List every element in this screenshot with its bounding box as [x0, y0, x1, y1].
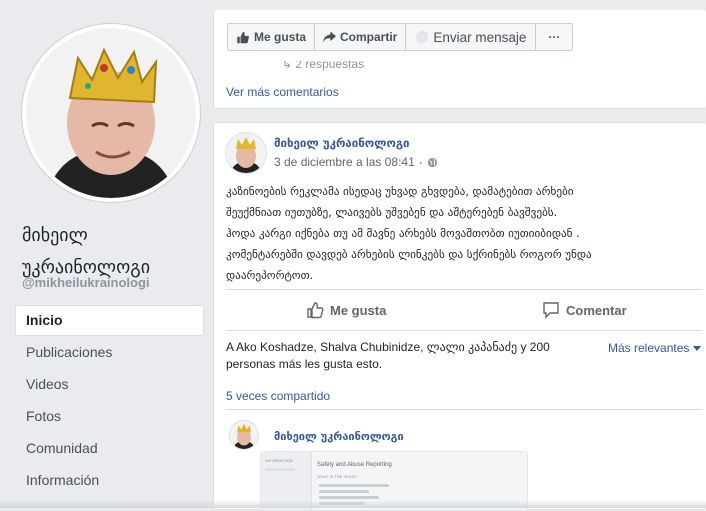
nav-item-community[interactable]: Comunidad — [16, 434, 203, 463]
likes-summary[interactable]: A Ako Koshadze, Shalva Chubinidze, ლალი … — [226, 339, 556, 373]
send-message-label: Enviar mensaje — [433, 29, 527, 45]
left-sidebar: მიხეილ უკრაინოლოგი @mikheilukrainologi I… — [0, 0, 214, 508]
like-page-label: Me gusta — [254, 30, 307, 44]
more-options-button[interactable]: ··· — [535, 23, 574, 51]
comments-divider — [226, 409, 702, 410]
post-like-button[interactable]: Me gusta — [306, 290, 386, 330]
comment-author-name[interactable]: მიხეილ უკრაინოლოგი — [274, 430, 404, 443]
like-page-button[interactable]: Me gusta — [227, 23, 316, 51]
post-text-line: კაზინოების რეკლამა ისედაც უხვად გხვდება,… — [226, 185, 574, 198]
comment-bubble-icon — [543, 302, 559, 319]
replies-link[interactable]: ↳ 2 respuestas — [282, 57, 365, 71]
post-card: მიხეილ უკრაინოლოგი 3 de diciembre a las … — [213, 122, 706, 511]
post-body: კაზინოების რეკლამა ისედაც უხვად გხვდება,… — [226, 181, 696, 286]
nav-item-photos[interactable]: Fotos — [16, 402, 203, 431]
post-author-avatar[interactable] — [226, 133, 266, 173]
replies-label: 2 respuestas — [295, 57, 365, 71]
post-comment-label: Comentar — [566, 302, 627, 318]
comment-author-avatar[interactable] — [230, 421, 258, 449]
likes-summary-line1: A Ako Koshadze, Shalva Chubinidze, ლალი … — [226, 340, 550, 354]
page-action-bar: Me gusta Compartir Enviar mensaje ··· — [227, 23, 574, 51]
page-username[interactable]: @mikheilukrainologi — [22, 275, 150, 290]
nav-item-home[interactable]: Inicio — [16, 306, 203, 335]
post-text-line: დაარეპორტოთ. — [226, 269, 314, 282]
post-reaction-bar: Me gusta Comentar — [226, 289, 702, 331]
globe-icon — [427, 157, 437, 167]
comment-sort-dropdown[interactable]: Más relevantes — [608, 341, 702, 355]
comment-sort-label: Más relevantes — [608, 341, 690, 355]
nav-item-videos[interactable]: Videos — [16, 370, 203, 399]
page-header-card: Me gusta Compartir Enviar mensaje ··· ↳ … — [213, 10, 706, 109]
post-like-label: Me gusta — [330, 302, 387, 318]
nav-item-about[interactable]: Información — [16, 466, 203, 495]
post-text-line: კომენტარებში დავდებ არხების ლინკებს და ს… — [226, 248, 592, 261]
share-arrow-icon — [323, 31, 337, 43]
page-title-line1: მიხეილ — [22, 225, 88, 246]
author-photo — [226, 133, 266, 173]
attachment-line — [319, 490, 369, 493]
post-text-line: შეუქმნიათ იუთუბზე, ლაივებს უშვებენ და აშ… — [226, 206, 558, 219]
dot-separator: · — [418, 155, 423, 169]
see-more-comments-link[interactable]: Ver más comentarios — [226, 85, 339, 99]
likes-summary-line2: personas más les gusta esto. — [226, 357, 383, 371]
chevron-down-icon — [693, 345, 702, 351]
post-timestamp-row: 3 de diciembre a las 08:41 · — [274, 155, 438, 169]
page-profile-picture[interactable] — [22, 24, 200, 202]
share-page-button[interactable]: Compartir — [314, 23, 407, 51]
attachment-line — [265, 468, 295, 471]
post-timestamp[interactable]: 3 de diciembre a las 08:41 — [274, 155, 415, 169]
attachment-line — [319, 484, 389, 487]
thumbs-up-outline-icon — [307, 302, 324, 319]
page-nav: Inicio Publicaciones Videos Fotos Comuni… — [16, 306, 203, 498]
post-author-name[interactable]: მიხეილ უკრაინოლოგი — [274, 136, 410, 150]
comment-author-photo — [230, 421, 258, 449]
attachment-subtitle: WHAT IS THE ISSUE? — [317, 474, 358, 479]
attachment-title: Safety and Abuse Reporting — [317, 462, 392, 468]
share-page-label: Compartir — [340, 30, 398, 44]
post-text-line: ჰოდა კარგი იქნება თუ ამ მავნე არხებს მოვ… — [226, 227, 580, 240]
nav-item-posts[interactable]: Publicaciones — [16, 338, 203, 367]
bottom-fade — [0, 500, 706, 508]
shares-count-link[interactable]: 5 veces compartido — [226, 389, 330, 403]
attachment-line — [319, 496, 379, 499]
thumbs-up-icon — [237, 31, 249, 43]
profile-photo-crowned-man — [26, 28, 196, 198]
attachment-side-label: INFORMATION — [265, 458, 293, 463]
send-message-button[interactable]: Enviar mensaje — [405, 23, 537, 51]
messenger-icon — [416, 30, 429, 44]
post-comment-button[interactable]: Comentar — [542, 290, 627, 330]
reply-arrow-icon: ↳ — [282, 57, 296, 71]
